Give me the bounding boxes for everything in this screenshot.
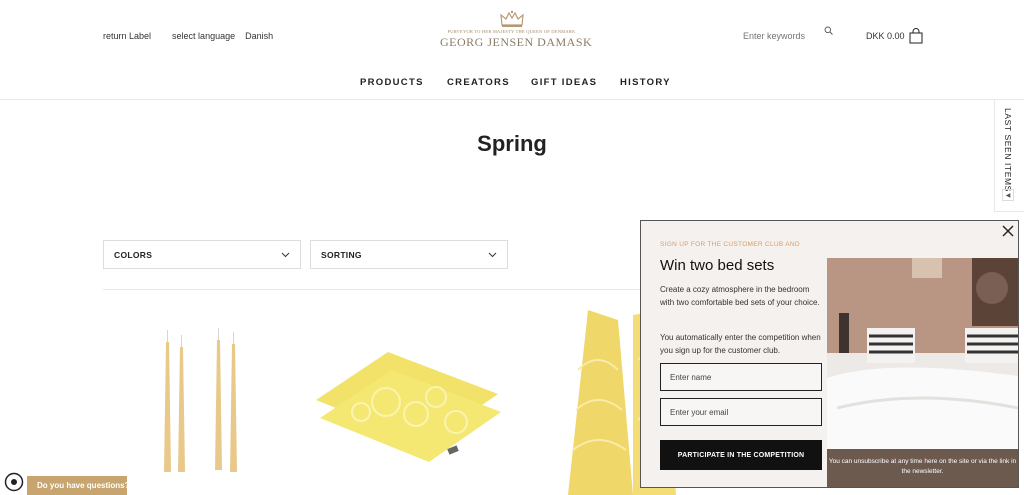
cart-amount: DKK 0.00 <box>866 31 905 41</box>
chevron-down-icon <box>488 252 497 257</box>
shopping-bag-icon <box>909 28 923 44</box>
nav-gift-ideas[interactable]: GIFT IDEAS <box>531 77 597 88</box>
popup-note: You automatically enter the competition … <box>660 333 821 355</box>
chevron-down-icon <box>281 252 290 257</box>
email-input[interactable] <box>660 398 822 426</box>
nav-products[interactable]: PRODUCTS <box>360 77 424 88</box>
close-icon[interactable] <box>1002 225 1014 237</box>
popup-description: Create a cozy atmosphere in the bedroom … <box>660 285 820 307</box>
crown-icon <box>499 10 524 27</box>
popup-kicker: SIGN UP FOR THE CUSTOMER CLUB AND <box>660 241 800 248</box>
name-input[interactable] <box>660 363 822 391</box>
return-label-link[interactable]: return Label <box>103 31 151 41</box>
colors-filter-label: COLORS <box>114 249 153 260</box>
logo-tagline: PURVEYOR TO HER MAJESTY THE QUEEN OF DEN… <box>447 29 576 34</box>
product-image-napkins[interactable] <box>316 352 501 462</box>
search-input[interactable] <box>743 31 813 41</box>
chevron-left-icon[interactable]: ◀ <box>1002 189 1014 201</box>
nav-history[interactable]: HISTORY <box>620 77 671 88</box>
search-icon[interactable] <box>824 26 833 35</box>
sorting-dropdown[interactable]: SORTING <box>310 240 508 269</box>
popup-title: Win two bed sets <box>660 257 775 274</box>
chat-button[interactable]: Do you have questions? <box>27 476 127 495</box>
page-title: Spring <box>477 131 547 156</box>
select-language-label[interactable]: select language <box>172 31 235 41</box>
language-selector[interactable]: Danish <box>245 31 273 41</box>
cart-button[interactable]: DKK 0.00 <box>866 28 923 44</box>
top-bar-left: return Label select language Danish <box>103 31 273 41</box>
product-image-candles[interactable] <box>150 322 250 482</box>
newsletter-popup: SIGN UP FOR THE CUSTOMER CLUB AND Win tw… <box>640 220 1019 488</box>
brand-logo[interactable]: PURVEYOR TO HER MAJESTY THE QUEEN OF DEN… <box>440 10 593 50</box>
nav-creators[interactable]: CREATORS <box>447 77 510 88</box>
participate-button[interactable]: PARTICIPATE IN THE COMPETITION <box>660 440 822 470</box>
chat-avatar-icon[interactable] <box>4 472 24 492</box>
popup-footer-text: You can unsubscribe at any time here on … <box>827 449 1018 487</box>
logo-name: GEORG JENSEN DAMASK <box>440 35 593 49</box>
header-divider <box>0 99 1024 100</box>
sorting-label: SORTING <box>321 249 362 260</box>
colors-filter-dropdown[interactable]: COLORS <box>103 240 301 269</box>
